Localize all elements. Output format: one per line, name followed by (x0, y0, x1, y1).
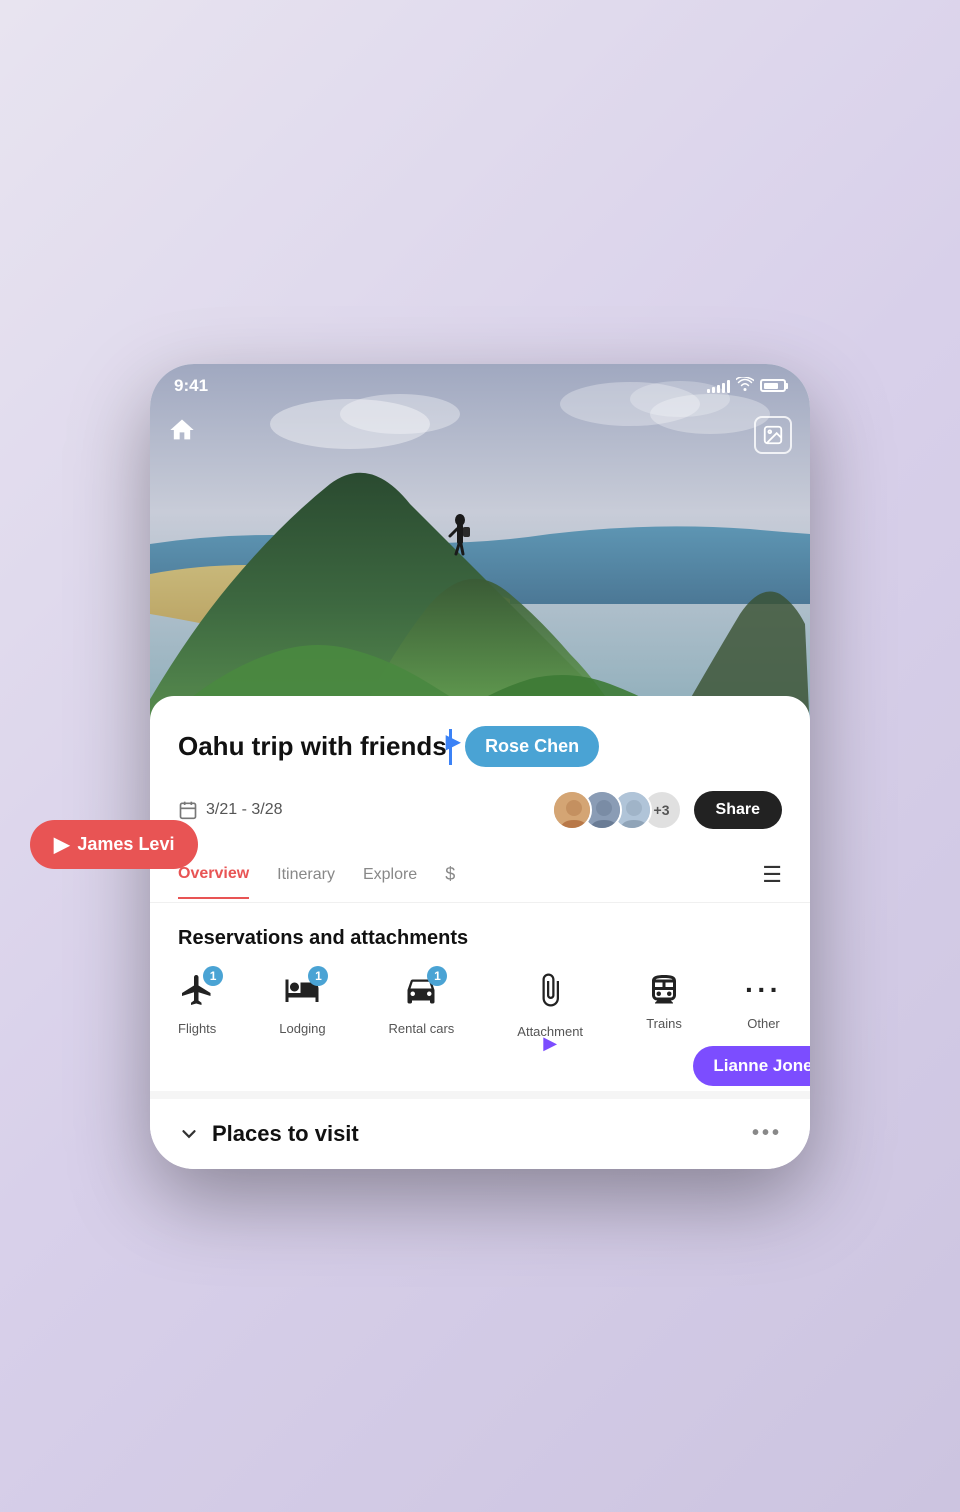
places-section: Places to visit ••• (150, 1099, 810, 1169)
menu-icon: ☰ (762, 862, 782, 887)
flights-badge: 1 (203, 966, 223, 986)
places-more-button[interactable]: ••• (752, 1122, 782, 1145)
lianne-jones-label: Lianne Jones (713, 1056, 810, 1075)
more-count: +3 (654, 802, 670, 818)
status-bar: 9:41 (150, 364, 810, 408)
photo-button[interactable] (754, 416, 792, 454)
rental-cars-label: Rental cars (389, 1021, 455, 1036)
chevron-down-icon[interactable] (178, 1123, 200, 1145)
tab-menu[interactable]: ☰ (762, 848, 782, 902)
other-dots-icon: ··· (745, 972, 782, 1008)
home-button[interactable] (168, 416, 196, 451)
lodging-badge: 1 (308, 966, 328, 986)
attachment-icon (532, 972, 568, 1008)
reservation-trains[interactable]: Trains (646, 972, 682, 1031)
share-button[interactable]: Share (694, 791, 782, 829)
reservation-rental-cars[interactable]: 1 Rental cars (389, 972, 455, 1036)
tab-dollar-label: $ (445, 864, 455, 884)
reservations-title: Reservations and attachments (178, 927, 782, 950)
rose-chen-label: Rose Chen (485, 736, 579, 756)
rental-cars-badge: 1 (427, 966, 447, 986)
reservation-attachment[interactable]: ▶ Attachment (517, 972, 583, 1039)
other-label: Other (747, 1016, 780, 1031)
avatar-1 (552, 790, 592, 830)
tab-dollar[interactable]: $ (445, 850, 455, 899)
content-card: Oahu trip with friends ▶ Rose Chen (150, 696, 810, 848)
red-cursor-icon: ▶ (54, 832, 69, 857)
flights-label: Flights (178, 1021, 216, 1036)
dates-text: 3/21 - 3/28 (206, 801, 283, 819)
main-content: Reservations and attachments 1 Flights (150, 903, 810, 1091)
signal-icon (707, 379, 730, 393)
rental-cars-badge-count: 1 (434, 969, 441, 983)
trains-icon (646, 972, 682, 1008)
share-label: Share (716, 801, 760, 818)
lianne-jones-badge: Lianne Jones (693, 1046, 810, 1086)
purple-cursor-arrow: ▶ (543, 1033, 557, 1054)
places-more-icon: ••• (752, 1122, 782, 1144)
trip-title: Oahu trip with friends (178, 731, 447, 762)
calendar-icon (178, 800, 198, 820)
reservation-other[interactable]: ··· Other Lianne Jones (745, 972, 782, 1031)
lodging-badge-count: 1 (315, 969, 322, 983)
hero-section: 9:41 (150, 364, 810, 734)
rose-chen-badge: Rose Chen (465, 726, 599, 767)
flights-badge-count: 1 (210, 969, 217, 983)
trip-title-row: Oahu trip with friends ▶ Rose Chen (178, 722, 782, 772)
blue-cursor-arrow: ▶ (446, 729, 461, 754)
photo-icon (762, 424, 784, 446)
status-icons (707, 377, 786, 395)
trip-dates: 3/21 - 3/28 (178, 800, 283, 820)
wifi-icon (736, 377, 754, 395)
tab-explore[interactable]: Explore (363, 852, 417, 898)
phone-frame: 9:41 (150, 364, 810, 1169)
tab-explore-label: Explore (363, 866, 417, 883)
lodging-label: Lodging (279, 1021, 325, 1036)
reservation-lodging[interactable]: 1 Lodging (279, 972, 325, 1036)
section-divider (150, 1091, 810, 1099)
tab-overview-label: Overview (178, 865, 249, 882)
tab-itinerary-label: Itinerary (277, 866, 335, 883)
james-levi-badge: ▶ James Levi (30, 820, 198, 869)
trip-meta-row: 3/21 - 3/28 (178, 790, 782, 848)
home-icon (168, 416, 196, 444)
hero-landscape (150, 364, 810, 734)
battery-icon (760, 379, 786, 392)
status-time: 9:41 (174, 376, 208, 396)
trains-label: Trains (646, 1016, 682, 1031)
reservation-flights[interactable]: 1 Flights (178, 972, 216, 1036)
tab-itinerary[interactable]: Itinerary (277, 852, 335, 898)
nav-tabs: Overview Itinerary Explore $ ☰ (150, 848, 810, 903)
places-title: Places to visit (212, 1121, 359, 1147)
reservations-grid: 1 Flights 1 Lodging (178, 972, 782, 1039)
places-left: Places to visit (178, 1121, 359, 1147)
james-levi-label: James Levi (77, 834, 174, 855)
trip-members-group: +3 Share (552, 790, 782, 830)
